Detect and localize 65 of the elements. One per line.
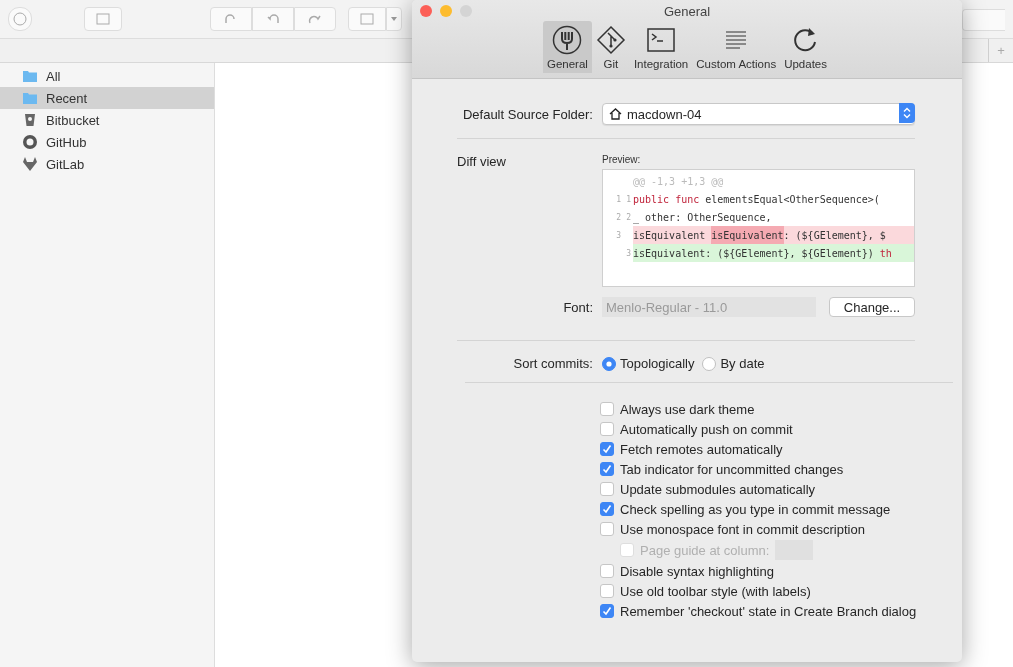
option-checkbox[interactable]: Disable syntax highlighting [600,561,962,581]
sort-radio[interactable]: By date [702,356,765,371]
bucket-icon [22,112,38,128]
caret-icon [391,17,397,21]
option-checkbox[interactable]: Use old toolbar style (with labels) [600,581,962,601]
folder-icon [22,90,38,106]
option-checkbox[interactable]: Use monospace font in commit description [600,519,962,539]
sidebar-item[interactable]: GitHub [0,131,214,153]
folder-select[interactable]: macdown-04 [602,103,915,125]
folder-icon [22,68,38,84]
sidebar-item[interactable]: All [0,65,214,87]
field-label: Default Source Folder: [461,106,593,122]
stash-menu-button[interactable] [386,7,402,31]
line-number: 3 [626,248,631,258]
preview-label: Preview: [602,154,642,165]
window-title: General [663,4,711,19]
checkmark-icon [602,606,612,616]
section-label: Diff view [457,154,507,169]
sidebar-item[interactable]: GitLab [0,153,214,175]
code-line: public func elementsEqual<OtherSequence>( [633,192,881,207]
search-field[interactable] [962,9,1005,31]
minimize-button[interactable] [440,5,452,17]
line-number: 1 [616,194,621,204]
preferences-tab[interactable]: Git [591,21,630,73]
option-checkbox[interactable]: Always use dark theme [600,399,962,419]
option-checkbox[interactable]: Check spelling as you type in commit message [600,499,962,519]
fetch-button[interactable] [210,7,252,31]
stepper-icon[interactable] [899,103,915,123]
close-button[interactable] [420,5,432,17]
preferences-tab[interactable]: Updates [780,21,831,73]
sidebar-item[interactable]: Bitbucket [0,109,214,131]
box-icon [360,13,374,25]
option-checkbox[interactable]: Tab indicator for uncommitted changes [600,459,962,479]
code-line: @@ -1,3 +1,3 @@ [633,174,725,189]
home-icon [609,108,622,120]
preferences-tab[interactable]: Custom Actions [692,21,781,73]
git-icon [595,25,626,55]
sidebar-item[interactable]: Recent [0,87,214,109]
change-button[interactable]: Change... [829,297,915,317]
terminal-icon [646,25,677,55]
radio-dot-icon [606,360,612,367]
circle-icon [13,12,27,26]
pull-button[interactable] [252,7,294,31]
sidebar-toggle-button[interactable] [8,7,32,31]
option-checkbox[interactable]: Update submodules automatically [600,479,962,499]
repository-button[interactable] [84,7,122,31]
option-checkbox[interactable]: Fetch remotes automatically [600,439,962,459]
option-checkbox[interactable]: Automatically push on commit [600,419,962,439]
font-field: Menlo-Regular - 11.0 [602,297,816,317]
checkmark-icon [602,504,612,514]
line-number: 1 [626,194,631,204]
push-button[interactable] [294,7,336,31]
preferences-tab[interactable]: General [543,21,592,73]
line-number: 2 [616,212,621,222]
field-label: Sort commits: [512,356,593,371]
sort-radio[interactable]: Topologically [602,356,695,371]
fork-icon [552,25,583,55]
square-icon [95,13,111,25]
line-number: 2 [626,212,631,222]
option-checkbox[interactable]: Remember 'checkout' state in Create Branch dialog [600,601,962,621]
preferences-tab[interactable]: Integration [629,21,693,73]
field-label: Font: [562,299,593,315]
code-line: _ other: OtherSequence, [633,210,773,226]
stash-button[interactable] [348,7,386,31]
line-number: 3 [616,230,621,240]
